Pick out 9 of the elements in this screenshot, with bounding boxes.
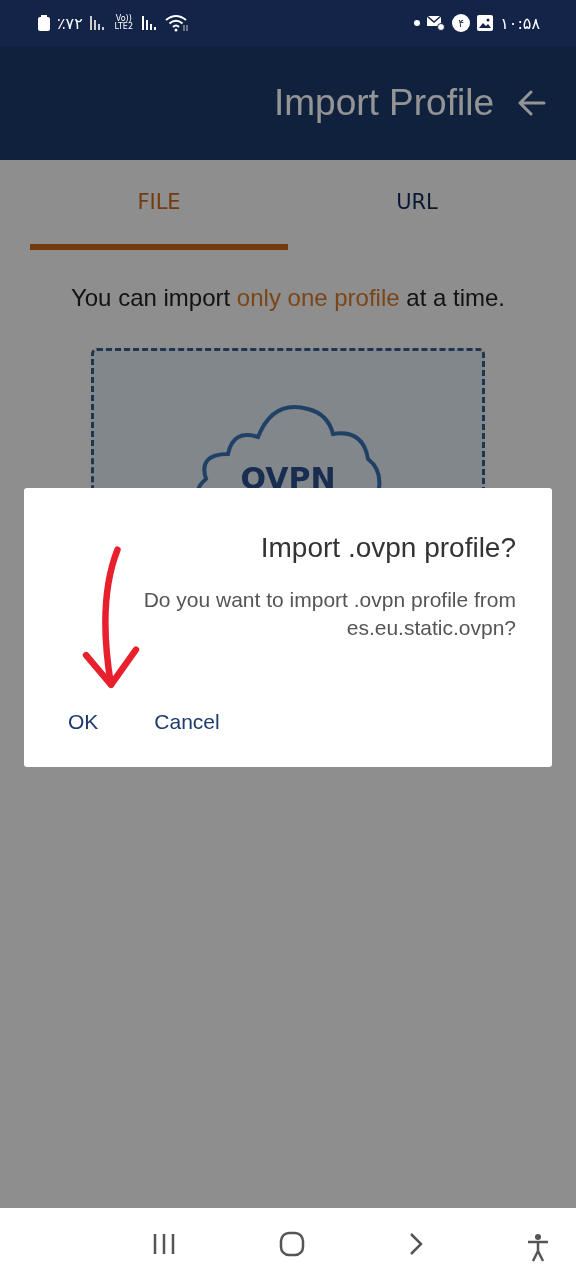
import-notice: You can import only one profile at a time. [70, 284, 505, 312]
notification-badge: ۴ [452, 14, 471, 32]
screen-title: Import Profile [274, 82, 494, 124]
dialog-title: Import .ovpn profile? [260, 532, 516, 564]
battery-percent: ٪۷۲ [57, 13, 83, 33]
volte-label: Vo)) LTE2 [113, 15, 134, 31]
file-type-label: OVPN [240, 461, 336, 496]
dialog-message: Do you want to import .ovpn profile from es.eu.static.ovpn? [142, 587, 516, 641]
clock: ۱۰:۵۸ [500, 13, 540, 33]
